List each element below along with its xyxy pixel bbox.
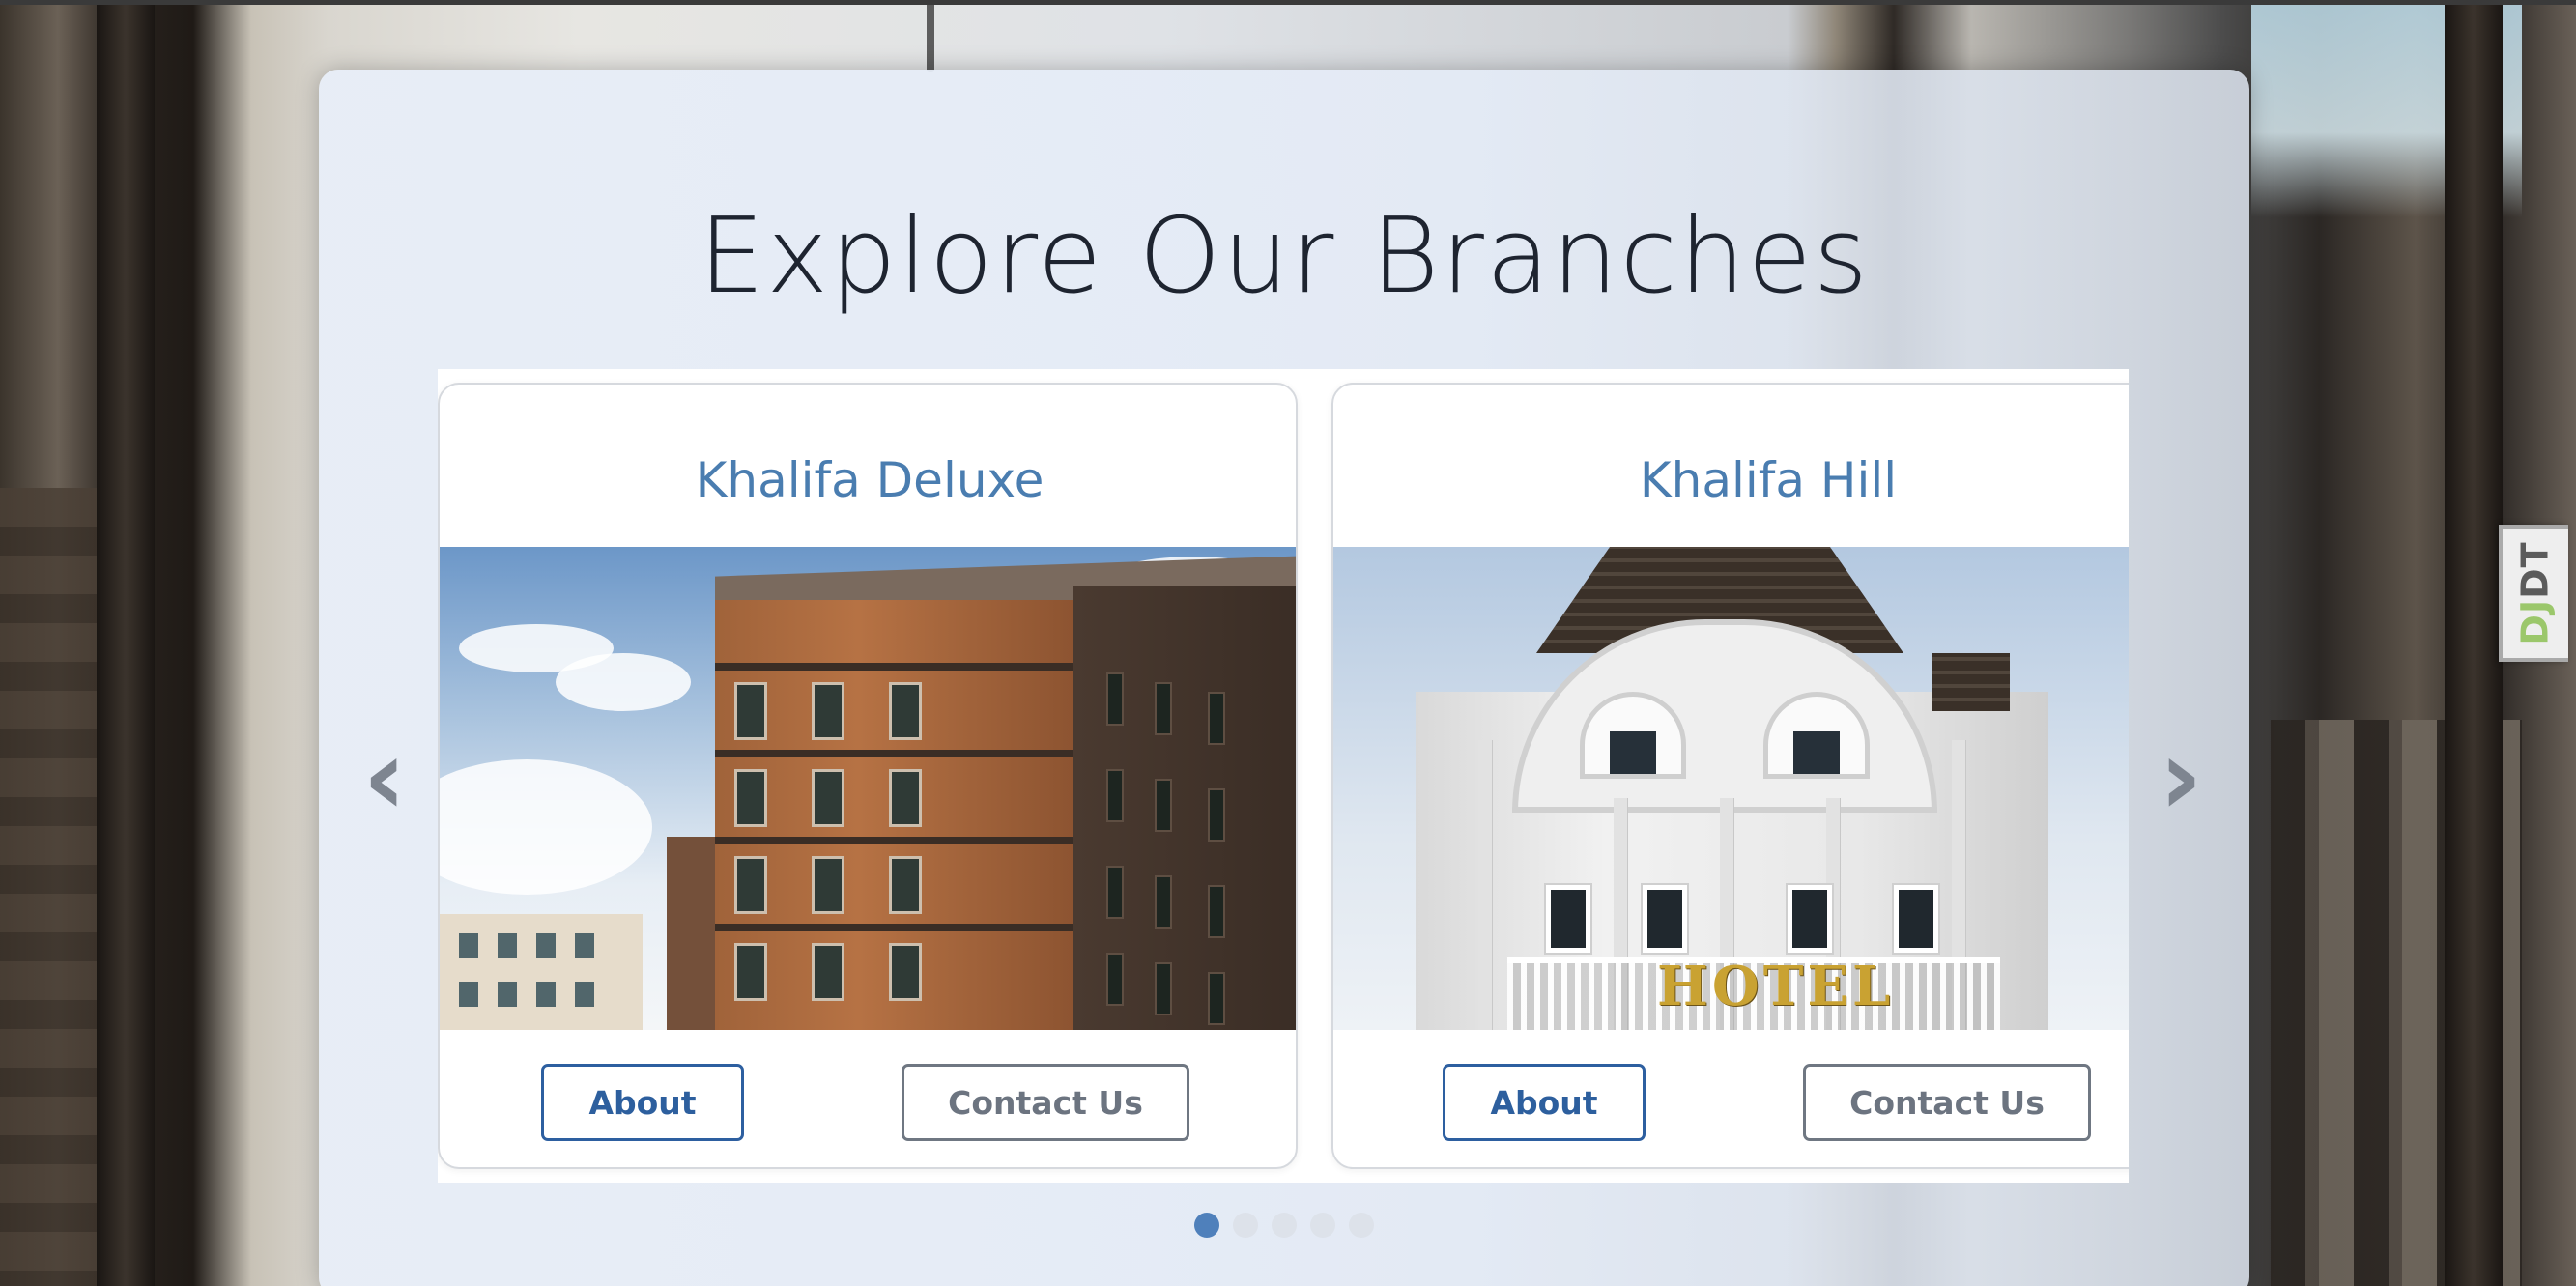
- about-button[interactable]: About: [1443, 1064, 1646, 1141]
- debug-toolbar-handle[interactable]: DJDT: [2499, 525, 2568, 662]
- branch-carousel: Khalifa Deluxe About Contact Us Khalifa …: [438, 369, 2129, 1183]
- debug-toolbar-label: DJDT: [2514, 541, 2557, 644]
- debug-toolbar-label-dt: DT: [2514, 541, 2557, 599]
- carousel-dot[interactable]: [1349, 1213, 1374, 1238]
- branch-image: [440, 547, 1296, 1030]
- contact-us-button[interactable]: Contact Us: [902, 1064, 1189, 1141]
- hanging-rod: [927, 5, 934, 72]
- branch-card: Khalifa Deluxe About Contact Us: [438, 383, 1298, 1169]
- carousel-dot[interactable]: [1194, 1213, 1219, 1238]
- carousel-dot[interactable]: [1310, 1213, 1335, 1238]
- carousel-prev-arrow[interactable]: ‹: [351, 724, 418, 830]
- branch-name: Khalifa Deluxe: [695, 452, 1045, 508]
- page-title: Explore Our Branches: [698, 196, 1871, 317]
- carousel-pagination: [1194, 1213, 1374, 1238]
- carousel-dot[interactable]: [1272, 1213, 1297, 1238]
- page-viewport: Explore Our Branches ‹ › Khalifa Deluxe: [0, 0, 2576, 1286]
- branch-card: Khalifa Hill HOTEL About Contact Us: [1331, 383, 2129, 1169]
- chevron-right-icon: ›: [2159, 715, 2203, 839]
- about-button[interactable]: About: [541, 1064, 744, 1141]
- hotel-sign: HOTEL: [1657, 955, 1895, 1018]
- debug-toolbar-label-dj: DJ: [2514, 598, 2557, 645]
- branch-image: HOTEL: [1333, 547, 2129, 1030]
- chevron-left-icon: ‹: [362, 715, 407, 839]
- window-frame-left: [97, 5, 155, 1286]
- carousel-next-arrow[interactable]: ›: [2147, 724, 2215, 830]
- window-frame-right: [2445, 5, 2503, 1286]
- carousel-dot[interactable]: [1233, 1213, 1258, 1238]
- contact-us-button[interactable]: Contact Us: [1803, 1064, 2091, 1141]
- branch-name: Khalifa Hill: [1639, 452, 1898, 508]
